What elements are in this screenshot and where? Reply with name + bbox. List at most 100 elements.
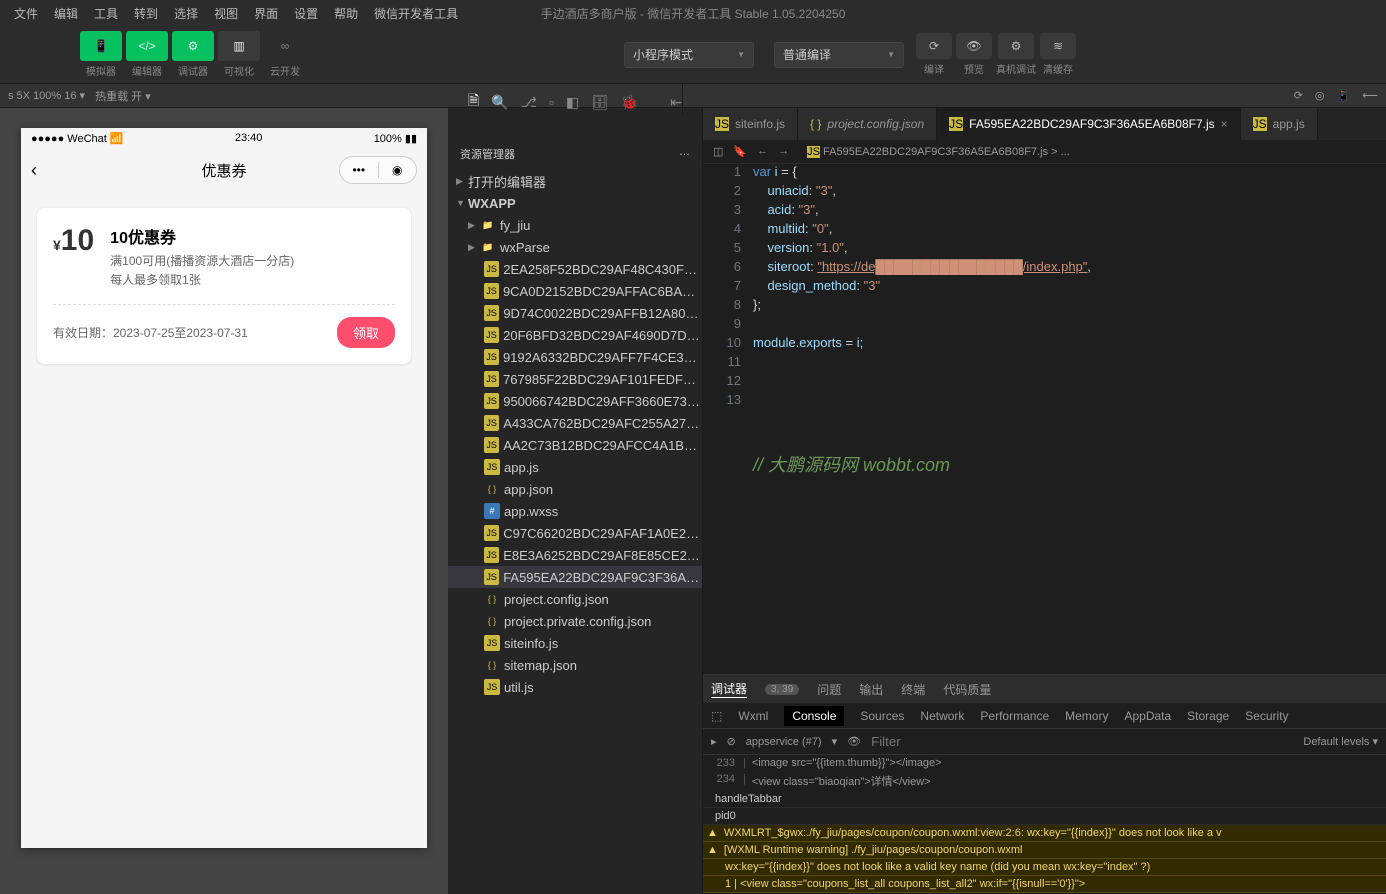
menu-goto[interactable]: 转到 — [126, 5, 166, 22]
clear-console-icon[interactable]: ⊘ — [727, 735, 736, 748]
tab-wxml[interactable]: Wxml — [738, 709, 768, 723]
debugger-button[interactable]: ⚙ — [172, 31, 214, 61]
filter-input[interactable] — [871, 734, 1293, 749]
tab-performance[interactable]: Performance — [980, 709, 1049, 723]
nav-fwd-icon[interactable]: → — [778, 145, 789, 158]
bug-icon[interactable]: 🐞 — [621, 94, 638, 111]
compile-button[interactable]: ⟳ — [916, 33, 952, 59]
file-item[interactable]: JS9192A6332BDC29AFF7F4CE3453... — [448, 346, 702, 368]
file-item[interactable]: JSAA2C73B12BDC29AFCC4A1BB6... — [448, 434, 702, 456]
mode-select[interactable]: 小程序模式▼ — [624, 42, 754, 68]
nav-back-icon[interactable]: ← — [757, 145, 768, 158]
tab-debugger[interactable]: 调试器 — [711, 680, 747, 698]
rotate-icon[interactable]: 📱 — [1337, 89, 1351, 102]
editor-tab[interactable]: JSFA595EA22BDC29AF9C3F36A5EA6B08F7.js× — [937, 108, 1241, 140]
hot-reload-toggle[interactable]: 热重载 开 ▾ — [95, 88, 151, 104]
back-icon[interactable]: ⟵ — [1362, 89, 1378, 102]
collapse-icon[interactable]: ⇤ — [670, 94, 682, 111]
file-item[interactable]: { }app.json — [448, 478, 702, 500]
visual-button[interactable]: ▥ — [218, 31, 260, 61]
context-select[interactable]: appservice (#7) — [746, 736, 822, 748]
menu-select[interactable]: 选择 — [166, 5, 206, 22]
cloud-button[interactable]: ∞ — [264, 31, 306, 61]
file-item[interactable]: JS2EA258F52BDC29AF48C430F2D... — [448, 258, 702, 280]
file-item[interactable]: JSapp.js — [448, 456, 702, 478]
tab-terminal[interactable]: 终端 — [901, 681, 925, 698]
menu-dots-icon[interactable]: ••• — [340, 163, 378, 177]
menu-tool[interactable]: 工具 — [86, 5, 126, 22]
file-item[interactable]: JS9CA0D2152BDC29AFFAC6BA12E... — [448, 280, 702, 302]
capsule-button[interactable]: ••• ◉ — [339, 156, 417, 184]
git-icon[interactable]: ⎇ — [521, 94, 537, 111]
record-icon[interactable]: ◎ — [1315, 89, 1325, 102]
bookmark-icon[interactable]: 🔖 — [733, 145, 747, 158]
editor-tab[interactable]: JSapp.js — [1241, 108, 1318, 140]
split-icon[interactable]: ◫ — [713, 145, 723, 158]
search-icon[interactable]: 🔍 — [491, 94, 508, 111]
file-item[interactable]: #app.wxss — [448, 500, 702, 522]
close-icon[interactable]: × — [1221, 117, 1228, 131]
file-item[interactable]: JS9D74C0022BDC29AFFB12A8050... — [448, 302, 702, 324]
phone-frame: ●●●●● WeChat 📶 23:40 100% ▮▮ ‹ 优惠券 ••• ◉… — [21, 128, 427, 848]
preview-button[interactable]: 👁 — [956, 33, 992, 59]
tab-appdata[interactable]: AppData — [1124, 709, 1171, 723]
tab-output[interactable]: 输出 — [859, 681, 883, 698]
tab-quality[interactable]: 代码质量 — [943, 681, 991, 698]
file-item[interactable]: JSsiteinfo.js — [448, 632, 702, 654]
device-info[interactable]: s 5X 100% 16 ▾ — [8, 89, 85, 102]
ext-icon[interactable]: ▫ — [549, 94, 554, 110]
tab-network[interactable]: Network — [920, 709, 964, 723]
compile-select[interactable]: 普通编译▼ — [774, 42, 904, 68]
explorer-more-icon[interactable]: … — [679, 146, 690, 162]
root-folder[interactable]: ▼WXAPP — [448, 192, 702, 214]
close-circle-icon[interactable]: ◉ — [379, 163, 417, 177]
tab-sources[interactable]: Sources — [860, 709, 904, 723]
explorer-title: 资源管理器 — [460, 146, 515, 162]
real-debug-button[interactable]: ⚙ — [998, 33, 1034, 59]
explorer-icon[interactable]: 🗎 — [468, 90, 479, 114]
tab-console[interactable]: Console — [784, 706, 844, 726]
folder-fy_jiu[interactable]: ▶📁fy_jiu — [448, 214, 702, 236]
sidebar-toggle-icon[interactable]: ▸ — [711, 735, 717, 748]
console-output[interactable]: 233| <image src="{{item.thumb}}"></image… — [703, 755, 1386, 894]
file-item[interactable]: JS20F6BFD32BDC29AF4690D7D4B... — [448, 324, 702, 346]
file-item[interactable]: JSA433CA762BDC29AFC255A2714... — [448, 412, 702, 434]
file-item[interactable]: JSE8E3A6252BDC29AF8E85CE226... — [448, 544, 702, 566]
menu-wx[interactable]: 微信开发者工具 — [366, 5, 466, 22]
file-item[interactable]: JSutil.js — [448, 676, 702, 698]
menu-file[interactable]: 文件 — [6, 5, 46, 22]
claim-button[interactable]: 领取 — [337, 317, 395, 348]
file-item[interactable]: { }sitemap.json — [448, 654, 702, 676]
db-icon[interactable]: 🗄 — [591, 94, 609, 111]
editor-button[interactable]: </> — [126, 31, 168, 61]
tab-storage[interactable]: Storage — [1187, 709, 1229, 723]
tab-memory[interactable]: Memory — [1065, 709, 1108, 723]
tab-problems[interactable]: 问题 — [817, 681, 841, 698]
tab-security[interactable]: Security — [1245, 709, 1288, 723]
file-item[interactable]: JSC97C66202BDC29AFAF1A0E274... — [448, 522, 702, 544]
file-item[interactable]: JS950066742BDC29AFF3660E7331... — [448, 390, 702, 412]
simulator-button[interactable]: 📱 — [80, 31, 122, 61]
folder-wxParse[interactable]: ▶📁wxParse — [448, 236, 702, 258]
menu-view[interactable]: 视图 — [206, 5, 246, 22]
menu-ui[interactable]: 界面 — [246, 5, 286, 22]
refresh-icon[interactable]: ⟳ — [1294, 89, 1303, 102]
open-editors-section[interactable]: ▶打开的编辑器 — [448, 170, 702, 192]
ext2-icon[interactable]: ◧ — [566, 94, 579, 111]
menu-settings[interactable]: 设置 — [286, 5, 326, 22]
file-item[interactable]: JSFA595EA22BDC29AF9C3F36A5E... — [448, 566, 702, 588]
clear-cache-button[interactable]: ≋ — [1040, 33, 1076, 59]
inspect-icon[interactable]: ⬚ — [711, 709, 722, 723]
menu-help[interactable]: 帮助 — [326, 5, 366, 22]
file-item[interactable]: { }project.config.json — [448, 588, 702, 610]
file-item[interactable]: { }project.private.config.json — [448, 610, 702, 632]
editor-tab[interactable]: JSsiteinfo.js — [703, 108, 798, 140]
editor-tab[interactable]: { }project.config.json — [798, 108, 937, 140]
eye-icon[interactable]: 👁 — [847, 735, 861, 748]
code-editor[interactable]: 12345678910111213 var i = { uniacid: "3"… — [703, 164, 1386, 674]
levels-select[interactable]: Default levels ▾ — [1303, 735, 1378, 748]
panel-tabs: 调试器 3, 39 问题 输出 终端 代码质量 — [703, 675, 1386, 703]
menu-edit[interactable]: 编辑 — [46, 5, 86, 22]
file-item[interactable]: JS767985F22BDC29AF101FEDF571... — [448, 368, 702, 390]
back-button[interactable]: ‹ — [31, 160, 37, 181]
